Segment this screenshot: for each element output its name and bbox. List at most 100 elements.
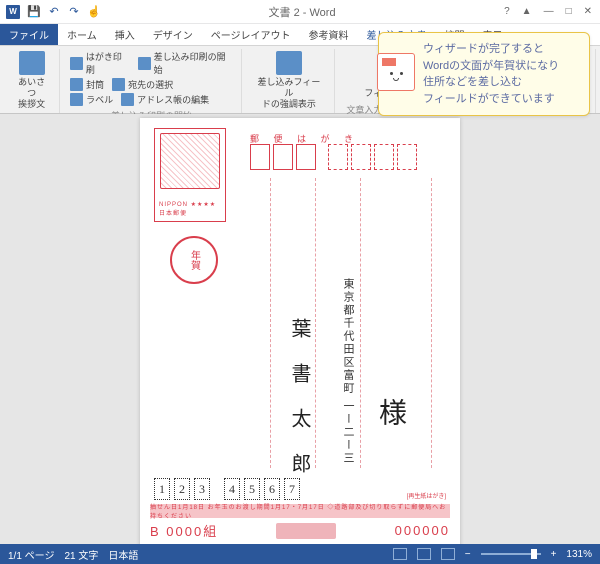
- label-label: ラベル: [86, 93, 113, 106]
- view-readmode-icon[interactable]: [393, 548, 407, 560]
- maximize-button[interactable]: □: [564, 6, 574, 17]
- stamp-image: [160, 133, 220, 189]
- zoom-out-button[interactable]: −: [465, 549, 471, 560]
- recycle-note: [再生紙はがき]: [407, 491, 446, 500]
- lotto-digit: 6: [264, 478, 280, 500]
- otoshidama-icon: [276, 523, 336, 539]
- recipients-icon: [112, 78, 125, 91]
- envelope-button[interactable]: 封筒: [68, 77, 106, 92]
- quick-access-toolbar: 💾 ↶ ↷ ☝: [26, 4, 102, 20]
- undo-icon[interactable]: ↶: [46, 4, 62, 20]
- zoom-slider[interactable]: [481, 553, 541, 555]
- tab-page-layout[interactable]: ページレイアウト: [202, 24, 300, 45]
- callout-line: Wordの文面が年賀状になり: [423, 58, 579, 75]
- label-icon: [70, 93, 83, 106]
- lotto-digit: 2: [174, 478, 190, 500]
- recipient-address-field[interactable]: 東京都千代田区富町 一ー二ー三: [340, 278, 356, 465]
- highlight-icon: [276, 51, 302, 75]
- touch-mode-icon[interactable]: ☝: [86, 4, 102, 20]
- zip-box[interactable]: [250, 144, 270, 170]
- select-label: 宛先の選択: [128, 78, 173, 91]
- status-words[interactable]: 21 文字: [64, 547, 98, 562]
- status-bar: 1/1 ページ 21 文字 日本語 − + 131%: [0, 544, 600, 564]
- zoom-in-button[interactable]: +: [551, 549, 557, 560]
- greeting-label2: 挨拶文: [18, 99, 45, 110]
- callout-line: 住所などを差し込む: [423, 74, 579, 91]
- zip-boxes[interactable]: [250, 144, 417, 170]
- ribbon-group-highlight: 差し込みフィール ドの強調表示: [244, 49, 335, 113]
- guide-line: [270, 178, 271, 468]
- zip-box[interactable]: [273, 144, 293, 170]
- ribbon-group-start-merge: はがき印刷 差し込み印刷の開始 封筒 宛先の選択 ラベル アドレス帳の編集 差し…: [62, 49, 242, 113]
- greeting-icon: [19, 51, 45, 75]
- stamp-box: NIPPON ★★★★ 日本郵便: [154, 128, 226, 222]
- start-merge-label: 差し込み印刷の開始: [154, 50, 233, 76]
- lotto-digit: 5: [244, 478, 260, 500]
- document-canvas[interactable]: NIPPON ★★★★ 日本郵便 年賀 郵 便 は が き 東京都千代田区富町 …: [0, 114, 600, 544]
- help-button[interactable]: ?: [502, 6, 512, 17]
- status-page[interactable]: 1/1 ページ: [8, 547, 54, 562]
- zip-box[interactable]: [351, 144, 371, 170]
- envelope-icon: [70, 78, 83, 91]
- guide-line: [315, 178, 316, 468]
- bottom-numbers: B 0000組 000000: [150, 521, 450, 540]
- list-icon: [121, 93, 134, 106]
- greeting-button[interactable]: あいさつ挨拶文: [10, 49, 53, 111]
- lotto-digit: 4: [224, 478, 240, 500]
- zip-box[interactable]: [397, 144, 417, 170]
- zip-sep: [319, 144, 325, 170]
- lotto-digit: 3: [194, 478, 210, 500]
- highlight-label: 差し込みフィール ドの強調表示: [254, 77, 324, 109]
- title-bar: W 💾 ↶ ↷ ☝ 文書 2 - Word ? ▲ — □ ✕: [0, 0, 600, 24]
- tab-home[interactable]: ホーム: [58, 24, 106, 45]
- tab-insert[interactable]: 挿入: [106, 24, 144, 45]
- tab-design[interactable]: デザイン: [144, 24, 202, 45]
- stamp-label: NIPPON ★★★★ 日本郵便: [159, 201, 221, 217]
- recipient-name-field[interactable]: 葉 書 太 郎: [285, 318, 314, 483]
- group-number: B 0000組: [150, 521, 218, 540]
- status-lang[interactable]: 日本語: [108, 547, 138, 562]
- lottery-info-strip: 抽せん日1月18日 お年玉のお渡し期間1月17・7月17日 ◇道路部及び切り取ら…: [150, 504, 450, 518]
- window-title: 文書 2 - Word: [102, 4, 502, 20]
- start-merge-button[interactable]: 差し込み印刷の開始: [136, 49, 235, 77]
- tab-file[interactable]: ファイル: [0, 24, 58, 45]
- save-icon[interactable]: 💾: [26, 4, 42, 20]
- envelope-label: 封筒: [86, 78, 104, 91]
- zip-box[interactable]: [374, 144, 394, 170]
- ribbon-group-create: あいさつ挨拶文 作成: [4, 49, 60, 113]
- nenga-round-stamp: 年賀: [170, 236, 218, 284]
- ribbon-collapse-button[interactable]: ▲: [520, 6, 534, 17]
- app-icon: W: [6, 5, 20, 19]
- tip-callout: ウィザードが完了すると Wordの文面が年賀状になり 住所などを差し込む フィー…: [378, 32, 590, 116]
- zoom-level[interactable]: 131%: [566, 549, 592, 560]
- guide-line: [431, 178, 432, 468]
- label-button[interactable]: ラベル: [68, 92, 115, 107]
- select-recipients-button[interactable]: 宛先の選択: [110, 77, 175, 92]
- window-controls: ? ▲ — □ ✕: [502, 6, 594, 17]
- callout-line: ウィザードが完了すると: [423, 41, 579, 58]
- view-web-icon[interactable]: [441, 548, 455, 560]
- edit-label: アドレス帳の編集: [137, 93, 209, 106]
- view-print-icon[interactable]: [417, 548, 431, 560]
- serial-number: 000000: [395, 523, 450, 538]
- postcard-page[interactable]: NIPPON ★★★★ 日本郵便 年賀 郵 便 は が き 東京都千代田区富町 …: [140, 118, 460, 544]
- honorific-field[interactable]: 様: [370, 398, 410, 432]
- zip-box[interactable]: [296, 144, 316, 170]
- postcard-print-button[interactable]: はがき印刷: [68, 49, 132, 77]
- lottery-numbers: 1 2 3 4 5 6 7: [154, 478, 300, 500]
- highlight-fields-button[interactable]: 差し込みフィール ドの強調表示: [250, 49, 328, 111]
- guide-line: [360, 178, 361, 468]
- postcard-icon: [70, 57, 83, 70]
- zip-box[interactable]: [328, 144, 348, 170]
- lotto-sep: [214, 478, 220, 500]
- close-button[interactable]: ✕: [582, 6, 594, 17]
- callout-line: フィールドができています: [423, 91, 579, 108]
- tab-references[interactable]: 参考資料: [300, 24, 358, 45]
- lotto-digit: 7: [284, 478, 300, 500]
- edit-list-button[interactable]: アドレス帳の編集: [119, 92, 211, 107]
- postcard-label: はがき印刷: [86, 50, 130, 76]
- redo-icon[interactable]: ↷: [66, 4, 82, 20]
- minimize-button[interactable]: —: [542, 6, 556, 17]
- lotto-digit: 1: [154, 478, 170, 500]
- merge-icon: [138, 57, 151, 70]
